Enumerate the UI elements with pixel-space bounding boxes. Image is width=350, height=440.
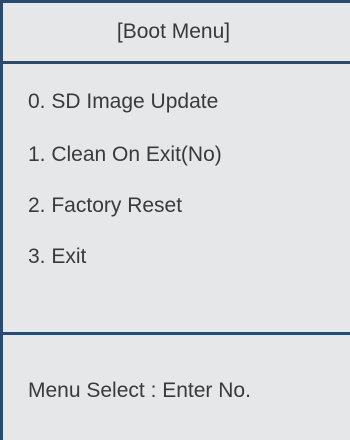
menu-item-exit[interactable]: 3. Exit	[28, 245, 86, 269]
menu-item-clean-on-exit[interactable]: 1. Clean On Exit(No)	[28, 143, 222, 167]
boot-menu-screen: [Boot Menu] 0. SD Image Update 1. Clean …	[0, 0, 350, 440]
menu-select-prompt: Menu Select : Enter No.	[28, 379, 251, 402]
menu-item-sd-image-update[interactable]: 0. SD Image Update	[28, 90, 218, 114]
boot-menu-list: 0. SD Image Update 1. Clean On Exit(No) …	[3, 64, 350, 335]
menu-item-factory-reset[interactable]: 2. Factory Reset	[28, 194, 182, 218]
boot-menu-title: [Boot Menu]	[116, 20, 231, 43]
boot-menu-footer: Menu Select : Enter No.	[3, 335, 350, 440]
boot-menu-header: [Boot Menu]	[3, 3, 350, 64]
